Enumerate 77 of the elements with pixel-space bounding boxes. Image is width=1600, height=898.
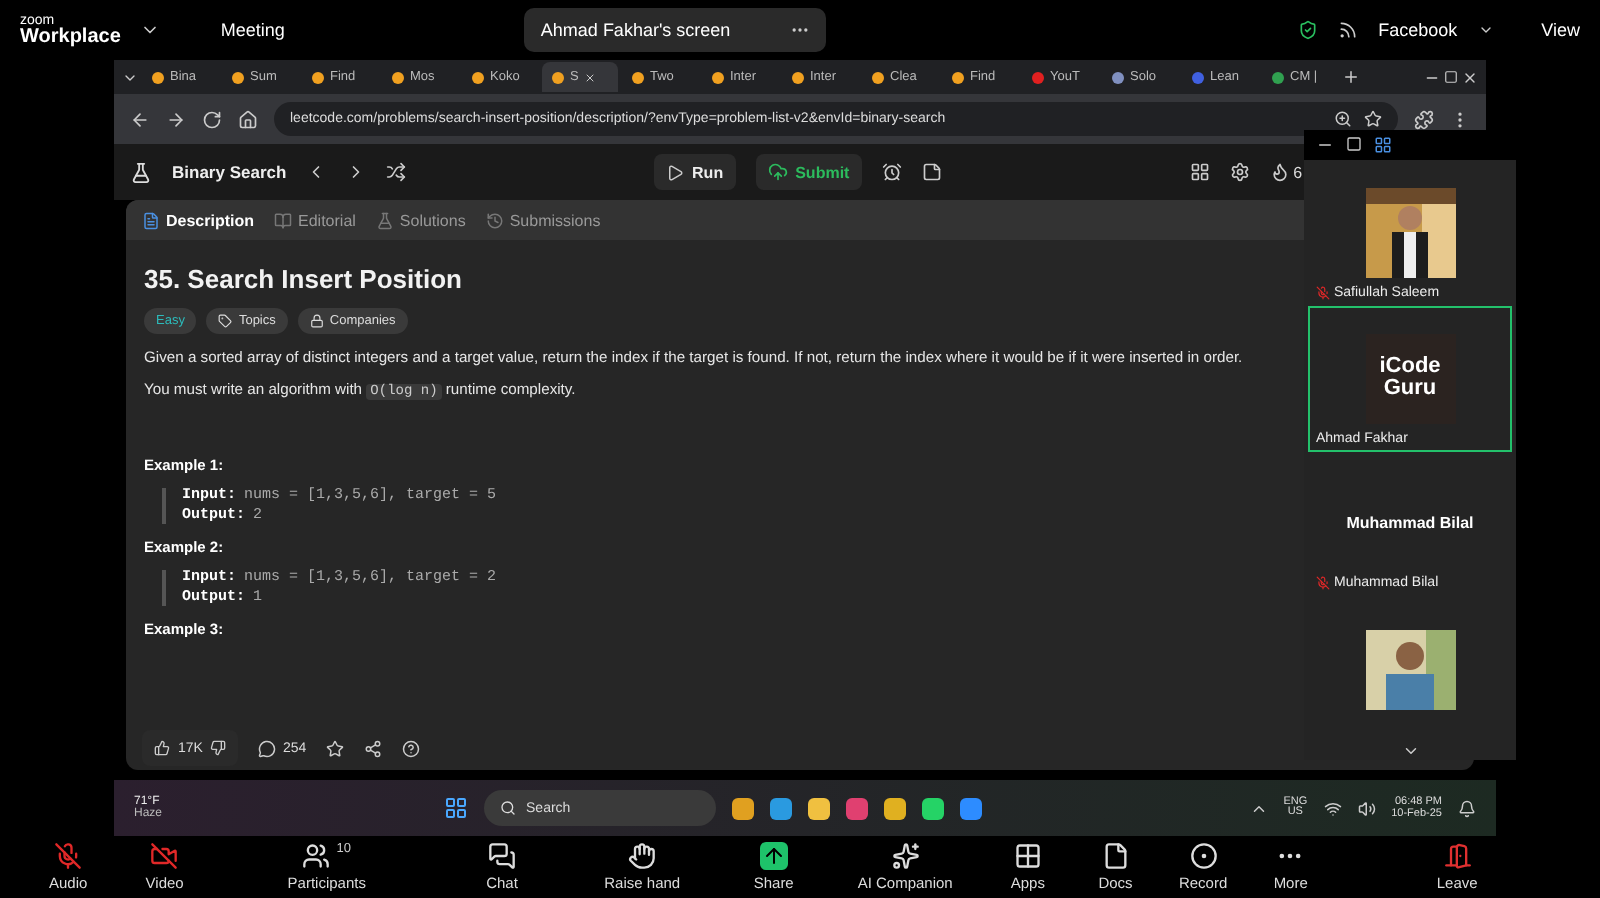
start-icon[interactable] — [444, 796, 469, 820]
app-icon[interactable] — [960, 797, 983, 819]
settings-icon[interactable] — [1229, 162, 1250, 182]
chevron-down-icon — [1477, 22, 1494, 38]
comment-icon[interactable] — [258, 739, 277, 757]
meeting-label[interactable]: Meeting — [220, 20, 285, 40]
close-tab-icon[interactable] — [584, 71, 597, 83]
logo-icon — [130, 161, 152, 183]
brand-name: Workplace — [20, 27, 121, 47]
play-icon — [666, 163, 685, 181]
app-icon[interactable] — [808, 797, 831, 819]
new-tab-icon[interactable] — [1342, 68, 1360, 86]
wifi-icon — [1323, 799, 1342, 817]
cloud-upload-icon — [767, 162, 788, 182]
speaker-view-icon[interactable] — [1346, 136, 1362, 152]
home-icon[interactable] — [238, 109, 258, 129]
screen-share-pill[interactable]: Ahmad Fakhar's screen — [524, 8, 827, 52]
ai-icon — [891, 842, 920, 870]
muted-icon — [1316, 576, 1330, 591]
flask-icon — [375, 211, 394, 229]
app-icon[interactable] — [846, 797, 869, 819]
problem-list-link[interactable]: Binary Search — [172, 162, 287, 182]
note-icon[interactable] — [921, 162, 942, 182]
problem-title: 35. Search Insert Position — [144, 264, 462, 294]
shield-check-icon — [1298, 20, 1319, 40]
back-icon[interactable] — [130, 109, 150, 129]
view-menu[interactable]: View — [1541, 20, 1580, 40]
panel-tab[interactable]: Description — [142, 211, 255, 229]
shuffle-icon[interactable] — [386, 162, 407, 182]
forward-icon[interactable] — [166, 109, 186, 129]
participants-icon — [302, 842, 331, 870]
app-icon[interactable] — [922, 797, 945, 819]
docs-icon — [1101, 842, 1130, 870]
maximize-icon[interactable] — [1444, 70, 1458, 84]
lock-icon — [309, 314, 324, 328]
gallery-view-icon[interactable] — [1374, 136, 1392, 154]
leave-icon — [1443, 842, 1472, 870]
search-icon — [500, 800, 517, 816]
muted-microphone-icon — [54, 842, 83, 870]
app-icon[interactable] — [884, 797, 907, 819]
layout-icon[interactable] — [1189, 162, 1210, 182]
reload-icon[interactable] — [202, 109, 222, 129]
record-icon — [1189, 842, 1218, 870]
share-icon — [759, 842, 788, 870]
extensions-icon[interactable] — [1414, 109, 1434, 129]
run-button[interactable]: Run — [654, 154, 736, 190]
thumbs-down-icon — [210, 740, 227, 756]
thumbs-up-icon — [154, 740, 170, 756]
panel-tab[interactable]: Submissions — [485, 211, 601, 229]
panel-tab[interactable]: Editorial — [274, 211, 356, 229]
app-icon[interactable] — [770, 797, 793, 819]
share-icon[interactable] — [364, 739, 383, 757]
apps-icon — [1013, 842, 1042, 870]
scroll-down-icon[interactable] — [1401, 742, 1419, 760]
participant-display-name: Muhammad Bilal — [1346, 514, 1474, 533]
camera-off-icon — [150, 842, 179, 870]
notification-icon[interactable] — [1458, 799, 1476, 817]
star-icon[interactable] — [326, 739, 345, 757]
logo: iCode Guru — [1365, 333, 1455, 424]
volume-icon — [1357, 799, 1376, 817]
close-icon[interactable] — [1462, 69, 1478, 85]
help-icon[interactable] — [402, 739, 421, 757]
history-icon — [485, 211, 504, 229]
account-menu[interactable]: Facebook — [1378, 20, 1458, 40]
document-icon — [142, 211, 160, 229]
panel-tab[interactable]: Solutions — [375, 211, 466, 229]
rss-icon — [1338, 20, 1359, 40]
book-icon — [274, 211, 293, 229]
submit-button[interactable]: Submit — [755, 154, 862, 190]
streak-count: 6 — [1293, 163, 1303, 181]
timer-icon[interactable] — [881, 162, 902, 182]
streak-icon — [1269, 162, 1290, 182]
tag-icon — [218, 314, 233, 328]
app-icon[interactable] — [732, 797, 755, 819]
muted-icon — [1316, 285, 1330, 300]
chat-icon — [488, 842, 517, 870]
hand-icon — [628, 842, 657, 870]
